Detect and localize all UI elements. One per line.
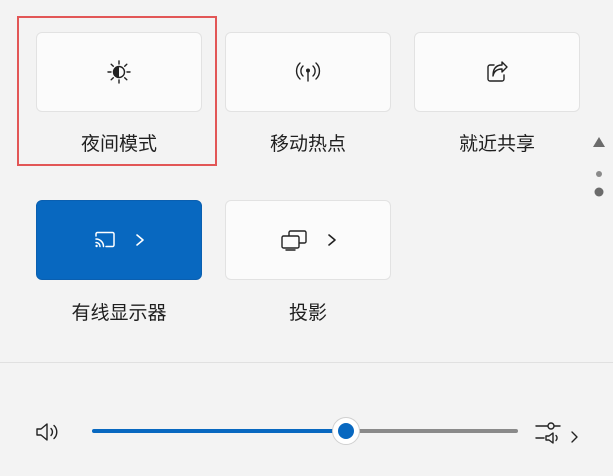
volume-slider-filled[interactable] [92, 429, 346, 433]
project-button[interactable] [225, 200, 391, 280]
cast-button[interactable] [36, 200, 202, 280]
night-light-icon [106, 59, 132, 85]
mobile-hotspot-label: 移动热点 [269, 133, 346, 155]
nearby-share-icon [484, 59, 510, 85]
chevron-right-icon [327, 233, 337, 247]
page-up-arrow-icon[interactable] [592, 133, 606, 152]
nearby-share-label: 就近共享 [458, 133, 535, 155]
audio-output-icon[interactable] [534, 419, 582, 451]
mobile-hotspot-toggle[interactable] [225, 32, 391, 112]
volume-slider-thumb[interactable] [332, 417, 360, 445]
nearby-share-toggle[interactable] [414, 32, 580, 112]
mobile-hotspot-icon [294, 59, 322, 85]
chevron-right-icon [135, 233, 145, 247]
project-label: 投影 [288, 302, 327, 324]
night-light-label: 夜间模式 [80, 133, 157, 155]
cast-label: 有线显示器 [71, 302, 167, 324]
volume-slider-track[interactable] [346, 429, 518, 433]
night-light-toggle[interactable] [36, 32, 202, 112]
project-icon [279, 229, 309, 251]
page-indicator-dot [595, 163, 603, 182]
page-indicator-dot-active [594, 182, 604, 201]
divider [0, 362, 613, 363]
speaker-icon[interactable] [34, 420, 62, 448]
cast-icon [93, 230, 117, 250]
